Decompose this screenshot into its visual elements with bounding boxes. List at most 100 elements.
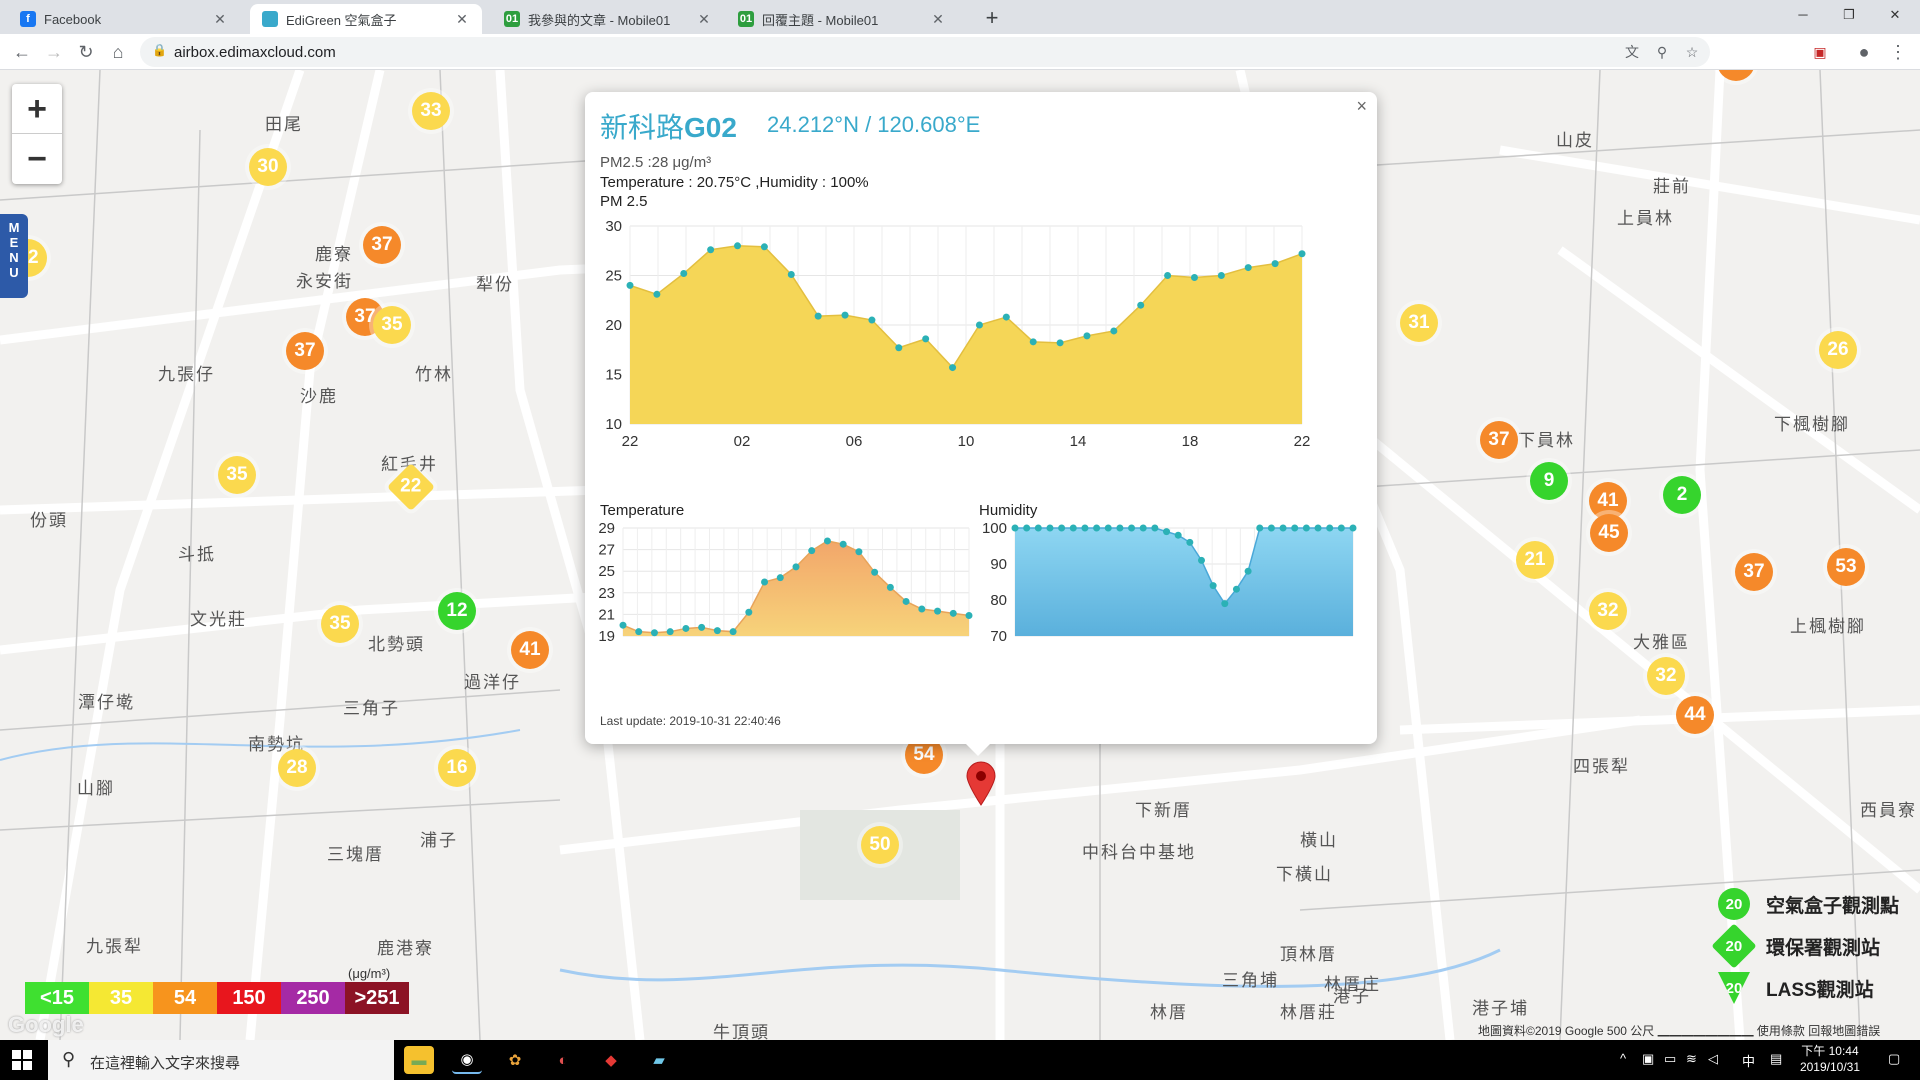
file-explorer-icon[interactable]: ▬ <box>404 1046 434 1074</box>
sensor-marker[interactable]: 35 <box>373 306 411 344</box>
x-tick-label: 14 <box>1070 433 1087 450</box>
sensor-marker[interactable]: 16 <box>438 749 476 787</box>
sensor-marker[interactable]: 37 <box>1735 553 1773 591</box>
marker-value: 41 <box>519 639 541 660</box>
place-label: 山皮 <box>1556 131 1594 150</box>
action-center-icon[interactable]: ▢ <box>1888 1051 1900 1067</box>
sensor-marker[interactable]: 28 <box>278 749 316 787</box>
tab-close-icon[interactable]: ✕ <box>212 11 228 28</box>
data-point <box>886 583 894 591</box>
sensor-marker[interactable]: 33 <box>412 92 450 130</box>
sensor-marker[interactable]: 30 <box>249 148 287 186</box>
home-icon[interactable]: ⌂ <box>106 40 130 64</box>
tab-close-icon[interactable]: ✕ <box>930 11 946 28</box>
sensor-marker[interactable]: 41 <box>511 631 549 669</box>
zoom-icon[interactable]: ⚲ <box>1652 42 1672 62</box>
kebab-icon[interactable]: ⋮ <box>1886 40 1910 64</box>
wifi-icon[interactable]: ≋ <box>1686 1051 1697 1067</box>
clock[interactable]: 下午 10:44 2019/10/31 <box>1800 1043 1860 1075</box>
reload-icon[interactable]: ↻ <box>74 40 98 64</box>
tab-3[interactable]: 01 我參與的文章 - Mobile01 ✕ <box>492 4 724 34</box>
sensor-marker[interactable]: 21 <box>1516 541 1554 579</box>
tab-4[interactable]: 01 回覆主題 - Mobile01 ✕ <box>726 4 958 34</box>
data-point <box>1217 272 1225 279</box>
new-tab-button[interactable]: + <box>978 4 1006 32</box>
y-tick-label: 23 <box>598 585 615 602</box>
data-point <box>1271 260 1279 268</box>
url-text[interactable]: airbox.edimaxcloud.com <box>174 44 336 61</box>
data-point <box>761 578 769 586</box>
y-tick-label: 19 <box>598 628 615 645</box>
restore-button[interactable]: ❐ <box>1826 0 1872 30</box>
y-tick-label: 70 <box>990 628 1007 645</box>
taskbar-search[interactable]: ⚲ 在這裡輸入文字來搜尋 <box>48 1040 394 1080</box>
battery-icon[interactable]: ▭ <box>1664 1051 1676 1067</box>
back-icon[interactable]: ← <box>10 40 34 64</box>
data-point <box>619 621 627 629</box>
clock-time: 下午 10:44 <box>1801 1044 1859 1058</box>
app-icon-1[interactable]: ✿ <box>500 1046 530 1074</box>
zoom-in-button[interactable]: + <box>12 84 62 134</box>
favicon-icon: f <box>20 11 36 27</box>
tab-1[interactable]: f Facebook ✕ <box>8 4 240 34</box>
y-tick-label: 21 <box>598 606 615 623</box>
forward-icon[interactable]: → <box>42 40 66 64</box>
location-pin-icon[interactable] <box>965 760 997 806</box>
star-icon[interactable]: ☆ <box>1682 42 1702 62</box>
app-icon-2[interactable]: ◐ <box>548 1046 578 1074</box>
sensor-marker[interactable]: 26 <box>1819 331 1857 369</box>
profile-icon[interactable]: ● <box>1852 40 1876 64</box>
minimize-button[interactable]: ─ <box>1780 0 1826 30</box>
sensor-marker[interactable]: 44 <box>1676 696 1714 734</box>
data-point <box>1163 528 1171 536</box>
sensor-marker[interactable]: 9 <box>1530 462 1568 500</box>
notification-center-icon[interactable]: ▤ <box>1770 1051 1782 1067</box>
place-label: 莊前 <box>1653 177 1691 196</box>
sensor-marker[interactable]: 2 <box>1663 476 1701 514</box>
sensor-marker[interactable]: 50 <box>861 826 899 864</box>
sensor-marker[interactable]: 12 <box>438 592 476 630</box>
data-point <box>1279 524 1287 532</box>
volume-icon[interactable]: ◁ <box>1708 1051 1718 1067</box>
marker-value: 21 <box>1524 549 1546 570</box>
zoom-out-button[interactable]: − <box>12 134 62 184</box>
data-point <box>1056 339 1064 347</box>
app-icon-3[interactable]: ◆ <box>596 1046 626 1074</box>
place-label: 下楓樹腳 <box>1774 415 1850 434</box>
app-icon-4[interactable]: ▰ <box>644 1046 674 1074</box>
ime-indicator[interactable]: 中 <box>1742 1051 1755 1070</box>
sensor-marker[interactable]: 45 <box>1590 514 1628 552</box>
sensor-marker[interactable]: 32 <box>1589 592 1627 630</box>
windows-start-icon[interactable] <box>12 1050 32 1070</box>
sensor-marker[interactable]: 37 <box>1480 421 1518 459</box>
tray-chevron-icon[interactable]: ^ <box>1620 1051 1626 1066</box>
data-point <box>823 537 831 545</box>
data-point <box>1151 524 1159 532</box>
sensor-marker[interactable]: 35 <box>218 456 256 494</box>
sensor-marker[interactable]: 53 <box>1827 548 1865 586</box>
map-attribution[interactable]: 地圖資料©2019 Google 500 公尺 ▁▁▁▁▁▁▁▁ 使用條款 回報… <box>1478 1022 1880 1039</box>
sensor-marker[interactable]: 31 <box>1400 304 1438 342</box>
translate-icon[interactable]: 文 <box>1622 42 1642 62</box>
sensor-marker[interactable]: 35 <box>321 605 359 643</box>
tray-shield-icon[interactable]: ▣ <box>1642 1051 1654 1067</box>
address-bar[interactable]: 🔒 airbox.edimaxcloud.com 文 ⚲ ☆ <box>140 37 1710 67</box>
place-label: 犁份 <box>476 275 514 294</box>
place-label: 牛頂頭 <box>713 1023 770 1040</box>
tab-close-icon[interactable]: ✕ <box>454 11 470 28</box>
marker-value: 41 <box>1597 490 1619 511</box>
marker-value: 45 <box>1598 522 1620 543</box>
legend-value: 20 <box>1725 979 1743 997</box>
data-point <box>1137 301 1145 309</box>
chrome-icon[interactable]: ◉ <box>452 1046 482 1074</box>
popup-close-button[interactable]: × <box>1356 96 1367 117</box>
tab-2[interactable]: EdiGreen 空氣盒子 ✕ <box>250 4 482 34</box>
extension-icon[interactable]: ▣ <box>1808 40 1832 64</box>
close-window-button[interactable]: ✕ <box>1872 0 1918 30</box>
sensor-marker[interactable]: 37 <box>286 332 324 370</box>
map-view[interactable]: 田尾鹿寮永安街犁份九張仔竹林沙鹿紅毛井份頭斗抵文光莊北勢頭過洋仔潭仔墘三角子南勢… <box>0 70 1920 1040</box>
sensor-marker[interactable]: 37 <box>363 226 401 264</box>
menu-tab[interactable]: MENU <box>0 214 28 298</box>
sensor-marker[interactable]: 32 <box>1647 657 1685 695</box>
tab-close-icon[interactable]: ✕ <box>696 11 712 28</box>
